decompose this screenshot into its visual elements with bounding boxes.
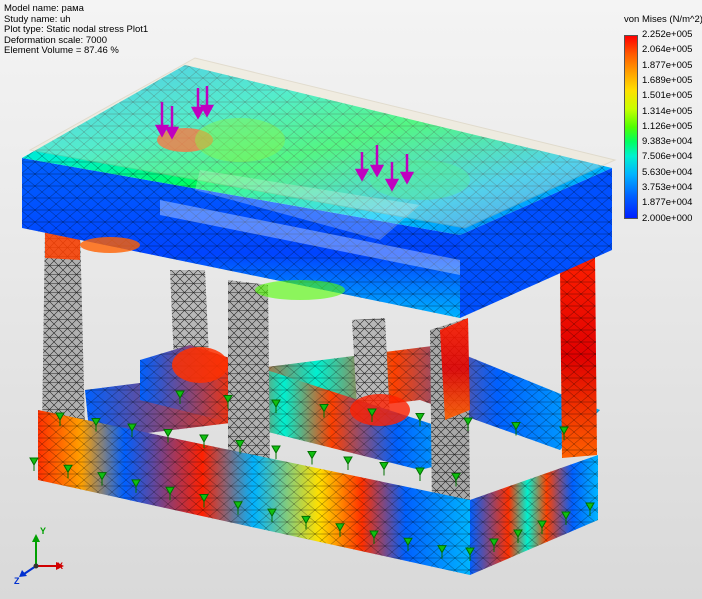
front-leg-left: [42, 228, 85, 432]
legend-value: 3.753e+004: [642, 182, 693, 193]
legend-labels: 2.252e+005 2.064e+005 1.877e+005 1.689e+005…: [642, 29, 702, 224]
front-leg-center: [228, 280, 270, 470]
legend-value: 7.506e+004: [642, 151, 693, 163]
triad-y-label: Y: [40, 526, 47, 536]
triad-x-label: X: [57, 561, 64, 571]
legend-value: 1.501e+005: [642, 90, 693, 102]
legend-value: 1.689e+005: [642, 74, 693, 86]
legend-value: 1.126e+005: [642, 120, 693, 132]
legend-value: 2.064e+005: [642, 44, 693, 56]
stress-color-bar: [624, 35, 638, 219]
legend-value: 1.877e+005: [642, 59, 693, 71]
fixture-pin: [307, 451, 317, 465]
fixture-pin: [29, 457, 39, 471]
legend-title: von Mises (N/m^2): [624, 14, 702, 25]
triad-z-label: Z: [14, 576, 20, 586]
legend-value: 1.877e+004: [642, 197, 693, 209]
fixture-pin: [379, 462, 389, 476]
fixture-pin: [343, 456, 353, 470]
element-volume: Element Volume = 87.46 %: [4, 45, 119, 57]
front-leg-right: [430, 318, 470, 510]
legend-value: 9.383e+004: [642, 136, 693, 148]
legend-value: 1.314e+005: [642, 105, 693, 117]
model-name: Model name: рама: [4, 3, 84, 14]
fixture-pin: [271, 445, 281, 459]
study-info: Model name: рама Study name: uh Plot typ…: [4, 3, 148, 57]
legend-value: 2.252e+005: [642, 29, 693, 40]
fixture-pin: [415, 467, 425, 481]
coordinate-triad-icon: [19, 534, 64, 577]
legend-value: 5.630e+004: [642, 166, 693, 178]
legend-value: 2.000e+000: [642, 212, 693, 224]
fea-model-viewport[interactable]: [0, 0, 702, 599]
